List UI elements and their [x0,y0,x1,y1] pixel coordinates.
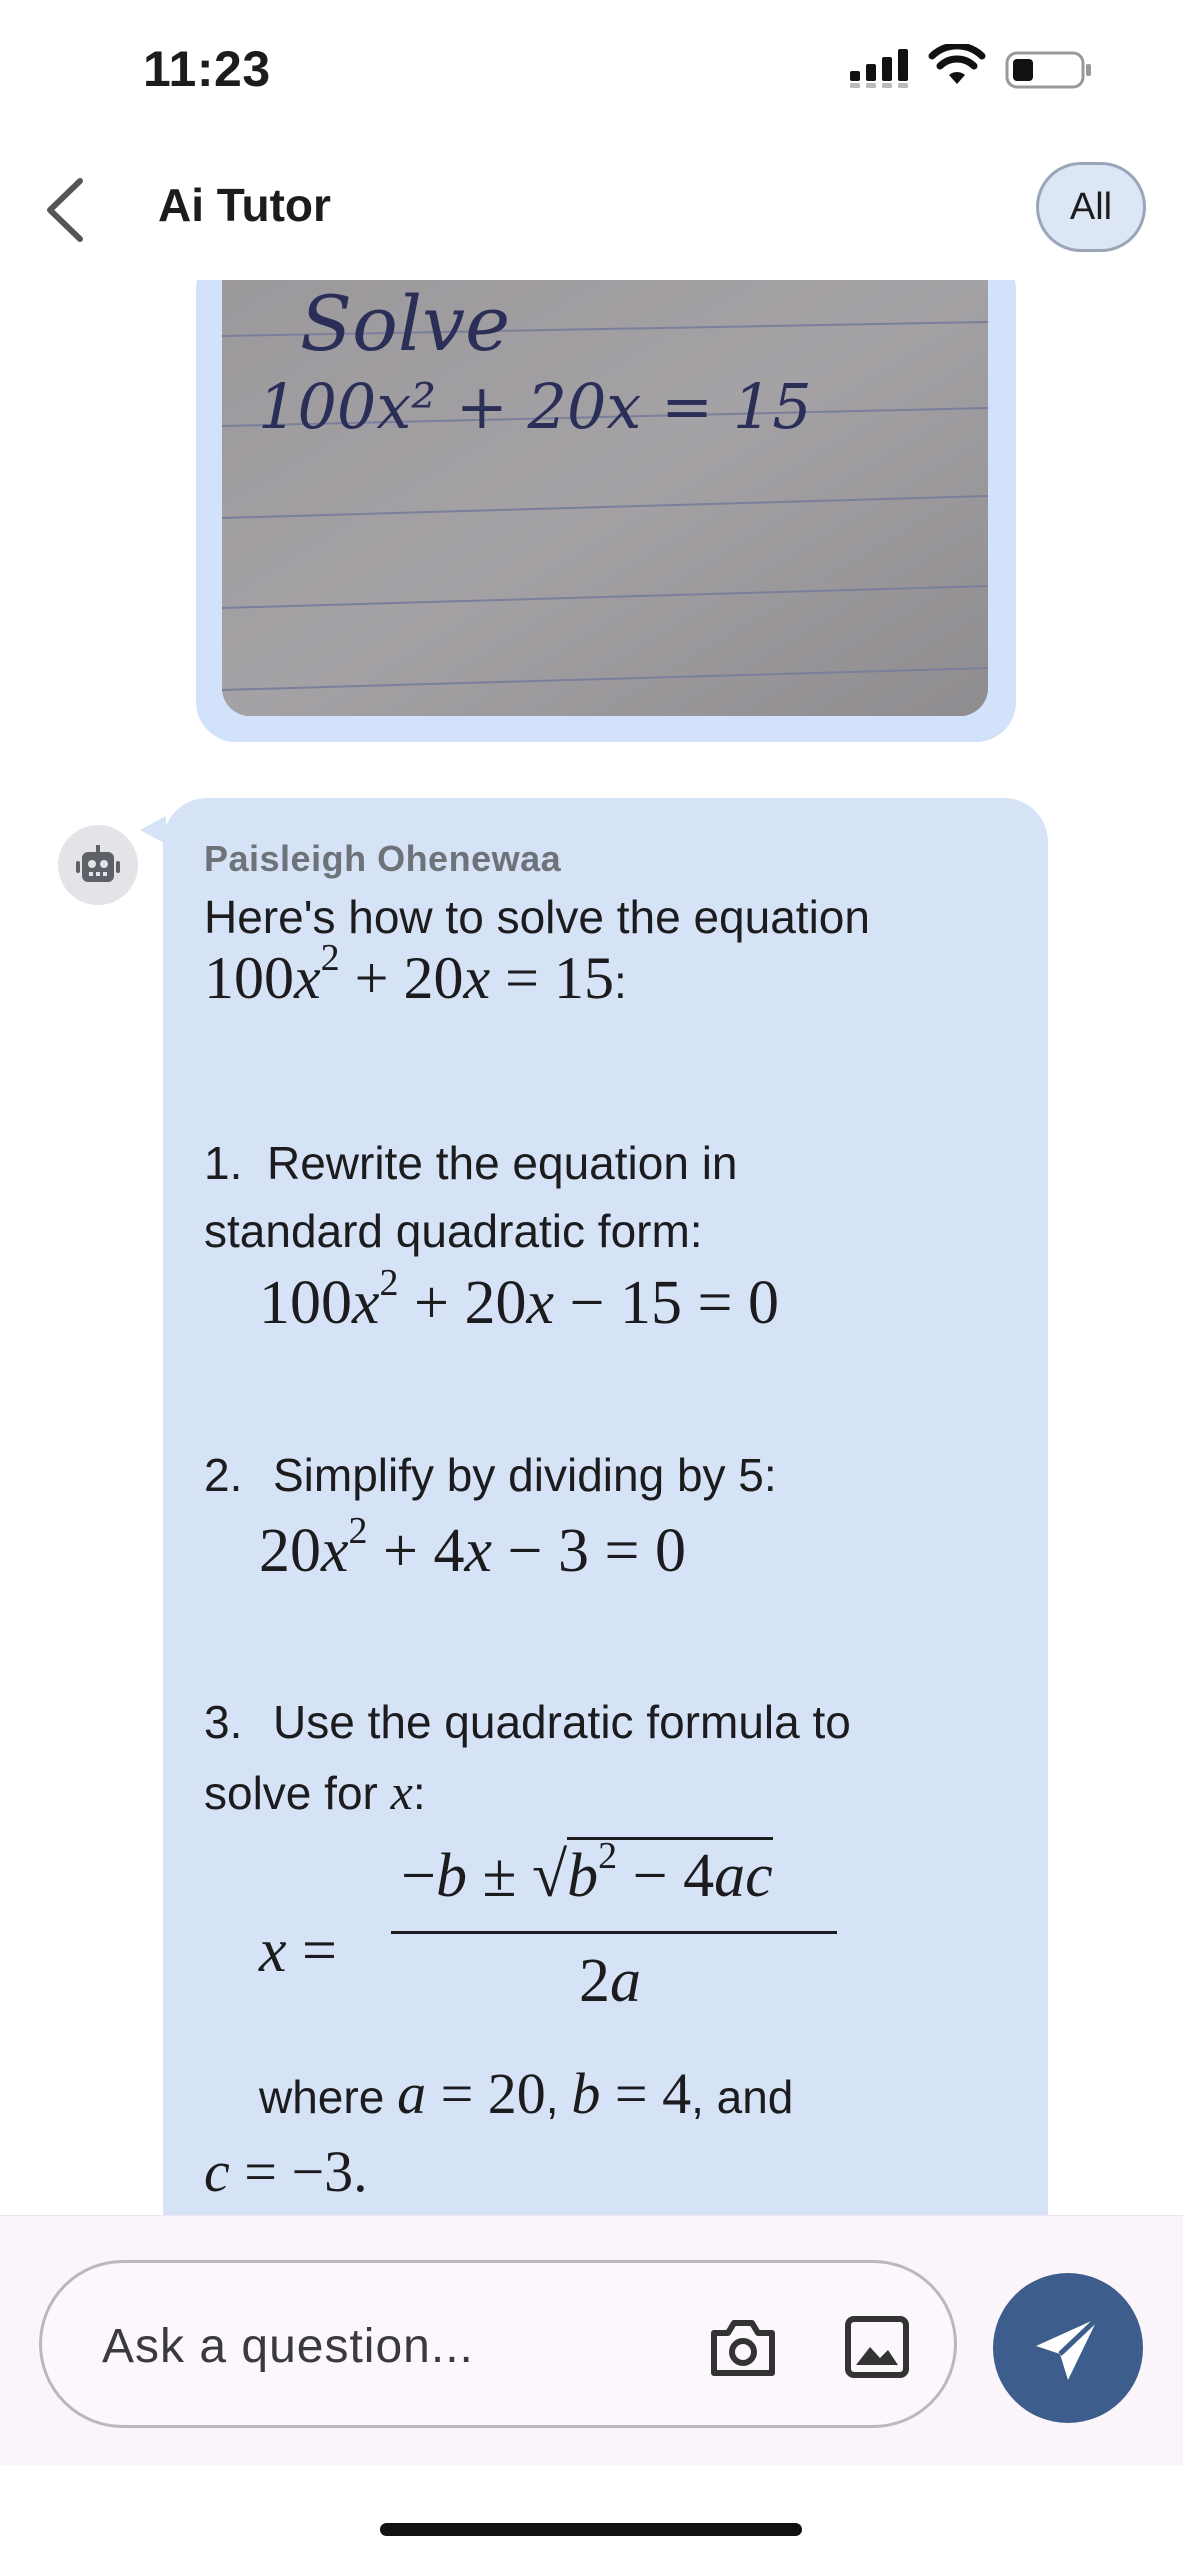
robot-icon [76,845,120,882]
step3-text-line2: solve for x: [204,1764,426,1820]
send-icon [1036,2316,1100,2380]
back-button[interactable] [36,175,96,245]
chat-area[interactable]: Solve 100x² + 20x = 15 Paisleigh Ohenewa… [0,280,1183,2215]
handwritten-problem-image: Solve 100x² + 20x = 15 [222,280,988,716]
problem-equation: 100x2 + 20x = 15: [204,937,627,1011]
step3-text-line1: Use the quadratic formula to [273,1696,851,1748]
formula-denominator: 2a [579,1947,641,2015]
question-input-container[interactable] [39,2260,957,2428]
intro-text: Here's how to solve the equation [204,891,870,943]
page-title: Ai Tutor [158,179,331,231]
send-button[interactable] [993,2273,1143,2423]
step1-text-line2: standard quadratic form: [204,1205,703,1257]
home-indicator [380,2523,802,2536]
status-time: 11:23 [143,41,271,97]
camera-icon[interactable] [708,2313,778,2381]
question-input[interactable] [102,2311,662,2381]
where-text: where a = 20, b = 4, and [259,2061,794,2126]
wifi-icon [928,44,986,84]
formula-lhs: x = [259,1917,337,1985]
uploaded-photo[interactable]: Solve 100x² + 20x = 15 [222,280,988,716]
quadratic-formula-fraction: −b ± √b2 − 4ac 2a [391,1835,841,2038]
photo-text-solve: Solve [300,280,510,368]
step3-number: 3. [204,1696,243,1748]
filter-all-button[interactable]: All [1036,162,1146,252]
battery-icon [1005,51,1091,89]
app-header: Ai Tutor All [0,140,1183,280]
step2-text: Simplify by dividing by 5: [273,1449,777,1501]
c-value: c = −3. [204,2139,368,2204]
tutor-message: Paisleigh Ohenewaa Here's how to solve t… [163,798,1048,2215]
image-icon[interactable] [842,2313,912,2381]
signal-icon [850,49,908,88]
step1-number: 1. [204,1137,243,1189]
composer-bar [0,2215,1183,2465]
step2-number: 2. [204,1449,243,1501]
step1-text-line1: Rewrite the equation in [267,1137,738,1189]
step2-math: 20x2 + 4x − 3 = 0 [259,1510,686,1585]
photo-text-equation: 100x² + 20x = 15 [258,370,812,443]
status-bar: 11:23 [0,0,1183,140]
step1-math: 100x2 + 20x − 15 = 0 [259,1262,779,1337]
tutor-avatar [58,825,138,905]
fraction-bar [391,1931,837,1934]
sender-name: Paisleigh Ohenewaa [204,838,562,879]
formula-numerator: −b ± √b2 − 4ac [401,1835,773,1910]
user-image-message: Solve 100x² + 20x = 15 [196,280,1016,742]
